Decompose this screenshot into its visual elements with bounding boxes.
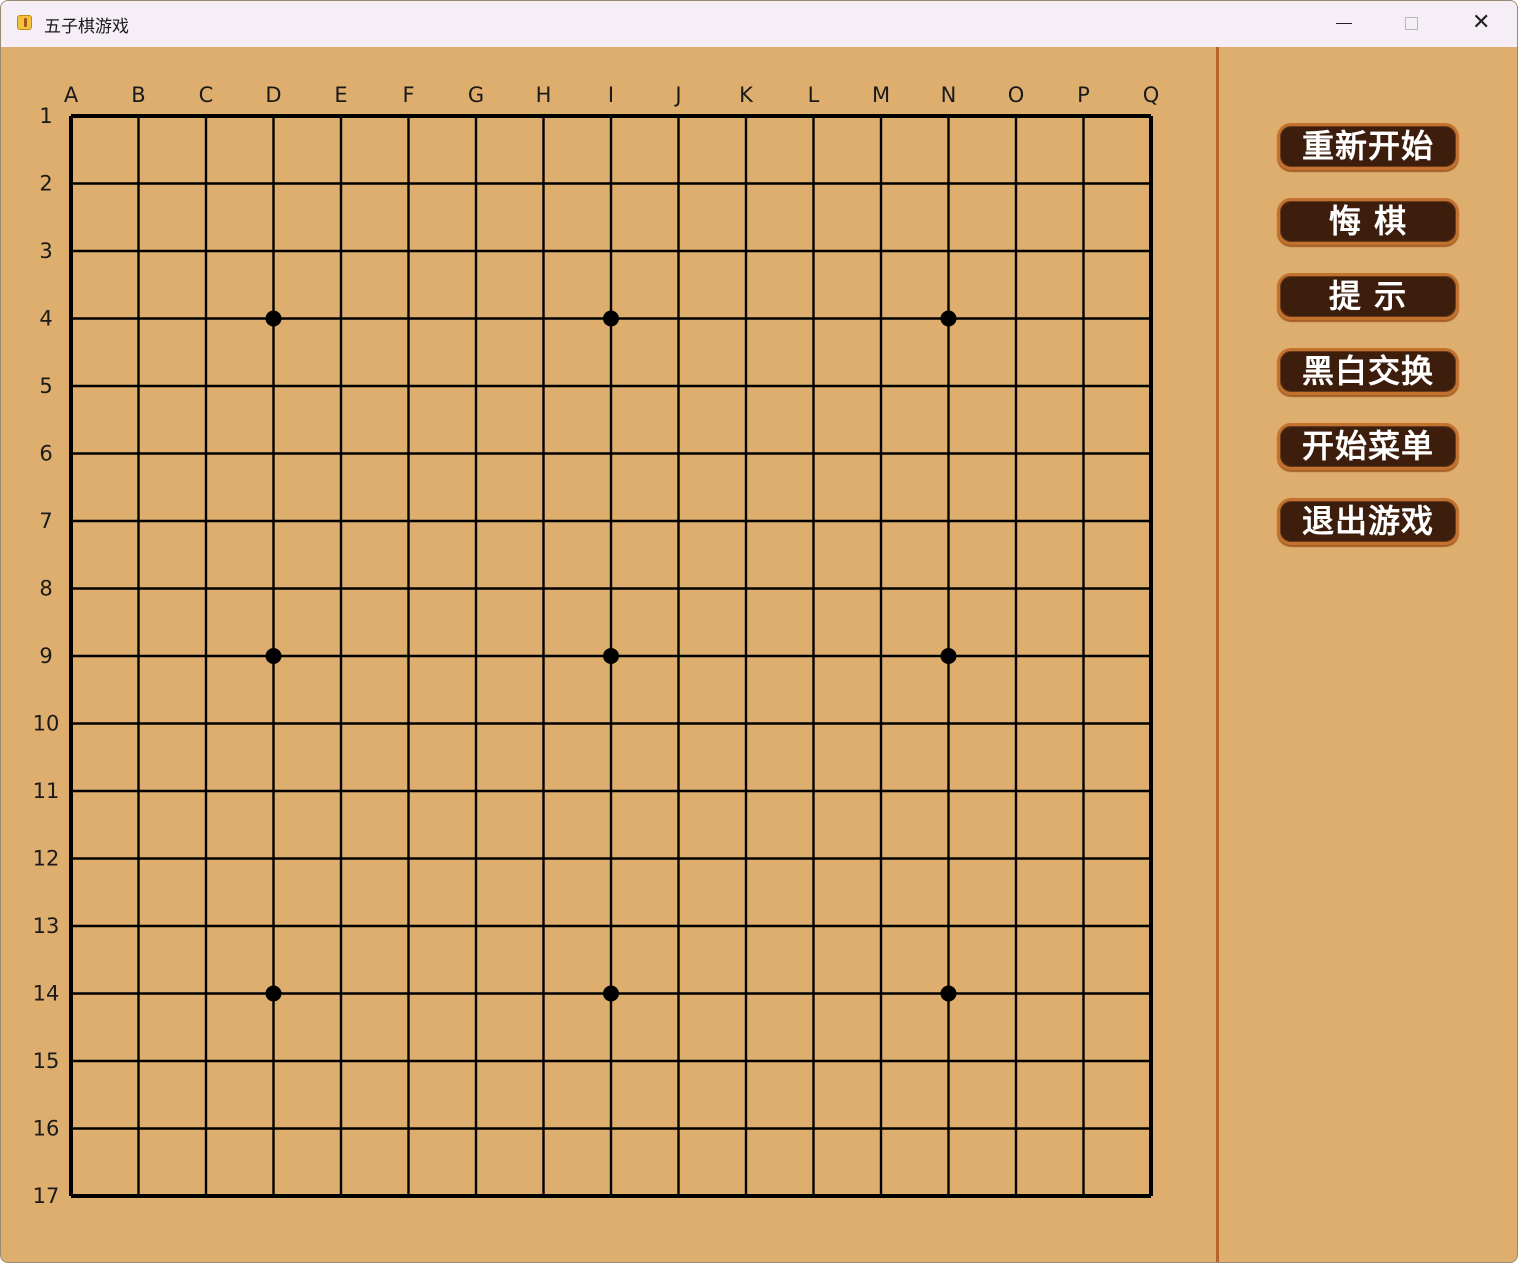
star-point-N14 [940, 985, 957, 1002]
window-title: 五子棋游戏 [44, 17, 129, 37]
panel-divider [1216, 47, 1219, 1262]
star-point-D14 [265, 985, 282, 1002]
column-label-A: A [64, 83, 79, 107]
hint-button[interactable]: 提 示 [1277, 273, 1459, 320]
column-label-K: K [739, 83, 754, 107]
row-label-15: 15 [33, 1049, 60, 1073]
row-label-14: 14 [33, 982, 60, 1006]
maximize-button[interactable] [1378, 1, 1448, 47]
swap-colors-button[interactable]: 黑白交换 [1277, 348, 1459, 395]
restart-button[interactable]: 重新开始 [1277, 123, 1459, 170]
maximize-icon [1405, 17, 1418, 30]
row-label-6: 6 [39, 442, 52, 466]
column-label-J: J [673, 83, 681, 107]
column-label-D: D [265, 83, 281, 107]
row-label-17: 17 [33, 1184, 60, 1208]
title-bar[interactable]: 五子棋游戏 ✕ [1, 1, 1517, 47]
gomoku-app-icon [17, 15, 32, 30]
star-point-I14 [603, 985, 619, 1002]
star-point-D4 [265, 310, 282, 327]
minimize-icon [1336, 23, 1352, 24]
undo-button[interactable]: 悔 棋 [1277, 198, 1459, 245]
row-label-5: 5 [39, 374, 52, 398]
column-label-M: M [872, 83, 890, 107]
column-label-I: I [608, 83, 614, 107]
star-point-N9 [940, 648, 957, 664]
close-icon: ✕ [1472, 10, 1491, 35]
row-label-1: 1 [39, 104, 52, 128]
column-label-H: H [536, 83, 552, 107]
row-label-2: 2 [39, 172, 52, 196]
minimize-button[interactable] [1309, 1, 1379, 47]
star-point-D9 [265, 648, 282, 664]
column-label-G: G [468, 83, 484, 107]
row-label-3: 3 [39, 239, 52, 263]
star-point-I9 [603, 648, 619, 664]
column-label-N: N [941, 83, 957, 107]
start-menu-button[interactable]: 开始菜单 [1277, 423, 1459, 470]
row-label-10: 10 [33, 712, 60, 736]
column-label-Q: Q [1143, 83, 1160, 107]
row-label-8: 8 [39, 577, 52, 601]
star-point-I4 [603, 310, 619, 327]
column-label-E: E [334, 83, 347, 107]
row-label-4: 4 [39, 307, 52, 331]
game-board-area: A B C D E F G H I J K L M N O P Q 1 2 3 4 5 6 7 8 9 10 11 12 13 14 15 16… [1, 47, 1216, 1263]
column-label-F: F [402, 83, 414, 107]
row-label-9: 9 [39, 644, 52, 668]
exit-game-button[interactable]: 退出游戏 [1277, 498, 1459, 545]
column-label-P: P [1077, 83, 1090, 107]
star-point-N4 [940, 310, 957, 327]
close-button[interactable]: ✕ [1448, 1, 1517, 47]
game-window: 五子棋游戏 ✕ A B C D E F G H I J K L M N O P Q 1 2 3 4 5 6 7 8 9 10 11 12… [0, 0, 1518, 1263]
row-label-13: 13 [33, 914, 60, 938]
column-label-L: L [808, 83, 820, 107]
column-label-B: B [131, 83, 145, 107]
row-label-16: 16 [33, 1117, 60, 1141]
row-label-12: 12 [33, 847, 60, 871]
column-label-C: C [199, 83, 214, 107]
column-label-O: O [1008, 83, 1025, 107]
row-label-7: 7 [39, 509, 52, 533]
gomoku-board[interactable]: A B C D E F G H I J K L M N O P Q12345678910111213141516… [1, 47, 1216, 1263]
row-label-11: 11 [33, 779, 60, 803]
